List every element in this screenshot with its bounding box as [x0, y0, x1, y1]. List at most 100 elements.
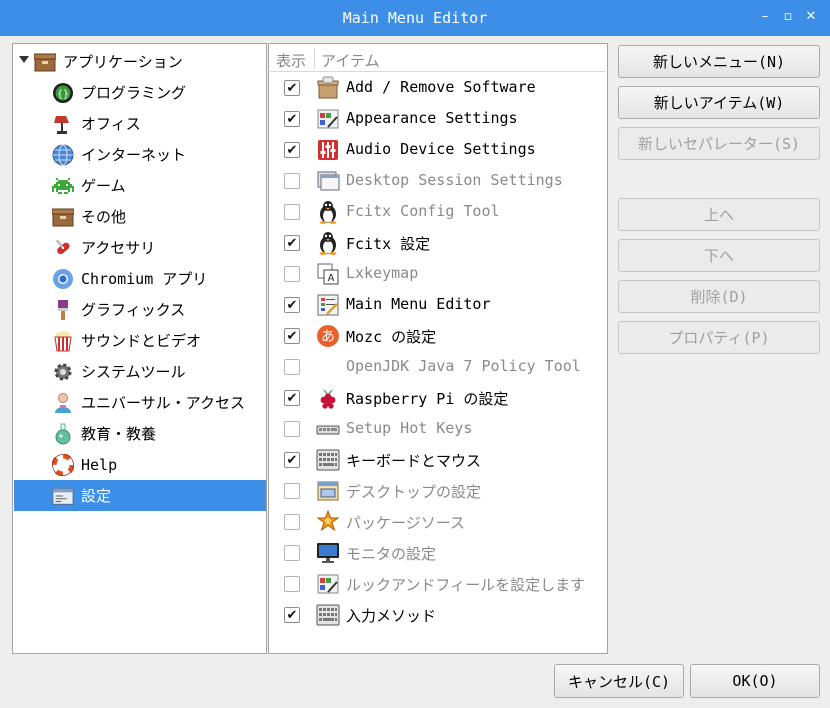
keymap-icon: A [316, 262, 340, 286]
tree-root-label: アプリケーション [63, 53, 183, 71]
tree-item-label: Chromium アプリ [81, 270, 208, 288]
list-item-label: キーボードとマウス [346, 452, 482, 470]
cancel-button[interactable]: キャンセル(C) [554, 664, 684, 698]
appearance-icon [316, 107, 340, 131]
list-item[interactable]: ✔ Main Menu Editor [270, 289, 606, 320]
list-item[interactable]: A Lxkeymap [270, 258, 606, 289]
list-item[interactable]: ✔ 入力メソッド [270, 599, 606, 630]
office-lamp-icon [52, 113, 74, 135]
tree-item[interactable]: その他 [14, 201, 266, 232]
tree-item[interactable]: アクセサリ [14, 232, 266, 263]
tree-item[interactable]: 設定 [14, 480, 266, 511]
person-icon [52, 392, 74, 414]
list-item-label: Appearance Settings [346, 109, 518, 127]
checkbox-unchecked[interactable] [284, 266, 300, 282]
list-item[interactable]: Fcitx Config Tool [270, 196, 606, 227]
new-item-button[interactable]: 新しいアイテム(W) [618, 86, 820, 119]
list-item-label: デスクトップの設定 [346, 483, 482, 501]
minimize-icon[interactable]: – [756, 8, 774, 26]
audio-mixer-icon [316, 138, 340, 162]
new-separator-button[interactable]: 新しいセパレーター(S) [618, 127, 820, 160]
checkbox-unchecked[interactable] [284, 421, 300, 437]
menu-editor-icon [316, 293, 340, 317]
maximize-icon[interactable]: ▫ [779, 8, 797, 26]
checkbox-unchecked[interactable] [284, 545, 300, 561]
svg-text:{}: {} [57, 89, 69, 100]
tree-item[interactable]: サウンドとビデオ [14, 325, 266, 356]
checkbox-unchecked[interactable] [284, 576, 300, 592]
menu-item-list[interactable]: 表示 アイテム ✔ Add / Remove Software ✔ Appearanc… [268, 43, 608, 654]
checkbox-unchecked[interactable] [284, 204, 300, 220]
tree-item[interactable]: ユニバーサル・アクセス [14, 387, 266, 418]
monitor-icon [316, 541, 340, 565]
close-icon[interactable]: ✕ [802, 8, 820, 26]
tree-item[interactable]: Chromium アプリ [14, 263, 266, 294]
move-down-button[interactable]: 下へ [618, 239, 820, 272]
svg-text:A: A [328, 273, 335, 284]
column-header-show[interactable]: 表示 [276, 50, 306, 71]
checkbox-checked[interactable]: ✔ [284, 142, 300, 158]
properties-button[interactable]: プロパティ(P) [618, 321, 820, 354]
checkbox-checked[interactable]: ✔ [284, 235, 300, 251]
checkbox-unchecked[interactable] [284, 483, 300, 499]
checkbox-unchecked[interactable] [284, 173, 300, 189]
move-up-button[interactable]: 上へ [618, 198, 820, 231]
list-item[interactable]: Setup Hot Keys [270, 413, 606, 444]
desktop-icon [316, 479, 340, 503]
checkbox-checked[interactable]: ✔ [284, 111, 300, 127]
checkbox-checked[interactable]: ✔ [284, 390, 300, 406]
tree-item[interactable]: 教育・教養 [14, 418, 266, 449]
list-item[interactable]: ルックアンドフィールを設定します [270, 568, 606, 599]
tree-item[interactable]: オフィス [14, 108, 266, 139]
titlebar[interactable]: Main Menu Editor – ▫ ✕ [0, 0, 830, 36]
list-item[interactable]: ✔ Raspberry Pi の設定 [270, 382, 606, 413]
mozc-icon: あ [316, 324, 340, 348]
list-item-label: Mozc の設定 [346, 328, 437, 346]
globe-icon [52, 144, 74, 166]
checkbox-checked[interactable]: ✔ [284, 80, 300, 96]
expander-down-icon[interactable] [19, 56, 29, 63]
list-item[interactable]: モニタの設定 [270, 537, 606, 568]
new-menu-button[interactable]: 新しいメニュー(N) [618, 45, 820, 78]
tree-item[interactable]: Help [14, 449, 266, 480]
tree-item-label: アクセサリ [81, 239, 156, 257]
tree-item[interactable]: ゲーム [14, 170, 266, 201]
tree-item[interactable]: グラフィックス [14, 294, 266, 325]
list-item[interactable]: ✔ Add / Remove Software [270, 72, 606, 103]
hotkeys-icon [316, 417, 340, 441]
list-item[interactable]: ✔ Audio Device Settings [270, 134, 606, 165]
list-item[interactable]: Desktop Session Settings [270, 165, 606, 196]
checkbox-checked[interactable]: ✔ [284, 328, 300, 344]
blank-icon [316, 355, 340, 379]
list-item-label: Lxkeymap [346, 264, 419, 282]
list-item[interactable]: パッケージソース [270, 506, 606, 537]
list-item[interactable]: デスクトップの設定 [270, 475, 606, 506]
list-item[interactable]: ✔ Appearance Settings [270, 103, 606, 134]
tree-item[interactable]: システムツール [14, 356, 266, 387]
checkbox-unchecked[interactable] [284, 359, 300, 375]
tree-item[interactable]: {} プログラミング [14, 77, 266, 108]
checkbox-checked[interactable]: ✔ [284, 452, 300, 468]
list-item[interactable]: ✔ キーボードとマウス [270, 444, 606, 475]
checkbox-checked[interactable]: ✔ [284, 297, 300, 313]
checkbox-checked[interactable]: ✔ [284, 607, 300, 623]
svg-text:あ: あ [321, 329, 335, 345]
tree-item[interactable]: インターネット [14, 139, 266, 170]
checkbox-unchecked[interactable] [284, 514, 300, 530]
column-separator [314, 48, 315, 69]
menu-tree[interactable]: アプリケーション {} プログラミングオフィス インターネット ゲーム その他アクセサリ… [12, 43, 267, 654]
tree-item-label: システムツール [81, 363, 186, 381]
list-item-label: モニタの設定 [346, 545, 437, 563]
ok-button[interactable]: OK(O) [690, 664, 820, 698]
list-item[interactable]: OpenJDK Java 7 Policy Tool [270, 351, 606, 382]
tree-root-applications[interactable]: アプリケーション [14, 46, 266, 77]
column-header-item[interactable]: アイテム [321, 50, 380, 71]
list-item-label: Fcitx 設定 [346, 235, 431, 253]
delete-button[interactable]: 削除(D) [618, 280, 820, 313]
tree-item-label: プログラミング [81, 84, 187, 102]
keyboard-icon [316, 448, 340, 472]
package-source-icon [316, 510, 340, 534]
list-item[interactable]: ✔ あ Mozc の設定 [270, 320, 606, 351]
gear-icon [52, 361, 74, 383]
list-item[interactable]: ✔ Fcitx 設定 [270, 227, 606, 258]
